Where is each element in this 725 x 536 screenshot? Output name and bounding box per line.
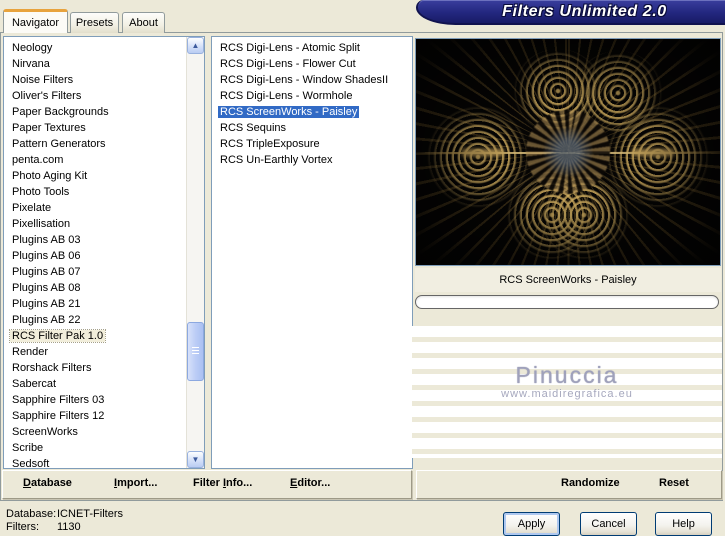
list-item[interactable]: RCS Digi-Lens - Window ShadesII	[212, 72, 410, 88]
list-item[interactable]: Plugins AB 22	[4, 312, 186, 328]
list-item[interactable]: RCS Sequins	[212, 120, 410, 136]
list-item[interactable]: RCS Un-Earthly Vortex	[212, 152, 410, 168]
category-listbox[interactable]: Neology Nirvana Noise Filters Oliver's F…	[3, 36, 205, 469]
list-item[interactable]: RCS Digi-Lens - Flower Cut	[212, 56, 410, 72]
scroll-up-icon: ▲	[191, 40, 200, 50]
list-item[interactable]: Neology	[4, 40, 186, 56]
parameter-slider[interactable]	[415, 295, 719, 309]
scroll-down-icon: ▼	[191, 454, 200, 464]
watermark-url: www.maidiregrafica.eu	[501, 388, 633, 400]
list-item[interactable]: penta.com	[4, 152, 186, 168]
list-item[interactable]: Oliver's Filters	[4, 88, 186, 104]
tab-navigator[interactable]: Navigator	[3, 9, 68, 33]
status-database-value: ICNET-Filters	[57, 508, 123, 520]
list-item[interactable]: Photo Tools	[4, 184, 186, 200]
filter-info-button[interactable]: Filter Info...	[193, 477, 252, 489]
tab-navigator-label: Navigator	[11, 16, 60, 29]
list-item[interactable]: Sapphire Filters 12	[4, 408, 186, 424]
right-command-bar: Randomize Reset	[416, 470, 722, 499]
list-item[interactable]: Sapphire Filters 03	[4, 392, 186, 408]
filter-rows: RCS Digi-Lens - Atomic Split RCS Digi-Le…	[212, 40, 410, 468]
app-title: Filters Unlimited 2.0	[502, 2, 667, 20]
scrollbar-thumb[interactable]	[187, 322, 204, 381]
scroll-down-button[interactable]: ▼	[187, 451, 204, 468]
list-item[interactable]: RCS Digi-Lens - Wormhole	[212, 88, 410, 104]
list-item[interactable]: Plugins AB 08	[4, 280, 186, 296]
list-item[interactable]: Photo Aging Kit	[4, 168, 186, 184]
parameter-rows: Pinuccia www.maidiregrafica.eu	[412, 326, 722, 458]
randomize-button[interactable]: Randomize	[561, 477, 620, 489]
category-scrollbar[interactable]: ▲ ▼	[186, 37, 204, 468]
preview-caption-strip: RCS ScreenWorks - Paisley	[415, 268, 721, 292]
list-item[interactable]: Noise Filters	[4, 72, 186, 88]
list-item[interactable]: Pixelate	[4, 200, 186, 216]
list-item[interactable]: Plugins AB 21	[4, 296, 186, 312]
list-item-selected-filter[interactable]: RCS ScreenWorks - Paisley	[212, 104, 410, 120]
reset-button[interactable]: Reset	[659, 477, 689, 489]
filter-listbox[interactable]: RCS Digi-Lens - Atomic Split RCS Digi-Le…	[211, 36, 413, 469]
help-button[interactable]: Help	[655, 512, 712, 536]
list-item[interactable]: ScreenWorks	[4, 424, 186, 440]
list-item[interactable]: Pattern Generators	[4, 136, 186, 152]
status-filters-value: 1130	[57, 521, 81, 533]
preview-caption: RCS ScreenWorks - Paisley	[499, 274, 637, 286]
list-item[interactable]: Paper Textures	[4, 120, 186, 136]
status-database: Database: ICNET-Filters	[6, 508, 123, 520]
import-button[interactable]: Import...	[114, 477, 157, 489]
apply-button[interactable]: Apply	[503, 512, 560, 536]
list-item[interactable]: RCS TripleExposure	[212, 136, 410, 152]
status-filters-label: Filters:	[6, 521, 39, 533]
tab-presets[interactable]: Presets	[70, 12, 119, 33]
list-item[interactable]: RCS Digi-Lens - Atomic Split	[212, 40, 410, 56]
tab-about-label: About	[129, 17, 158, 29]
list-item[interactable]: Sedsoft	[4, 456, 186, 468]
list-item[interactable]: Plugins AB 06	[4, 248, 186, 264]
watermark-name: Pinuccia	[515, 362, 619, 388]
list-item[interactable]: Render	[4, 344, 186, 360]
list-item[interactable]: Sabercat	[4, 376, 186, 392]
editor-button[interactable]: Editor...	[290, 477, 330, 489]
tab-presets-label: Presets	[75, 17, 114, 29]
status-database-label: Database:	[6, 508, 57, 520]
status-filters: Filters: 1130	[6, 521, 81, 533]
list-item[interactable]: Pixellisation	[4, 216, 186, 232]
list-item[interactable]: Scribe	[4, 440, 186, 456]
database-button[interactable]: Database	[23, 477, 72, 489]
tab-about[interactable]: About	[122, 12, 165, 33]
left-command-bar: Database Import... Filter Info... Editor…	[2, 470, 412, 499]
list-item[interactable]: Nirvana	[4, 56, 186, 72]
list-item-selected-category[interactable]: RCS Filter Pak 1.0	[4, 328, 186, 344]
list-item[interactable]: Plugins AB 03	[4, 232, 186, 248]
list-item[interactable]: Rorshack Filters	[4, 360, 186, 376]
cancel-button[interactable]: Cancel	[580, 512, 637, 536]
preview-image[interactable]	[415, 38, 721, 266]
category-rows: Neology Nirvana Noise Filters Oliver's F…	[4, 40, 186, 468]
list-item[interactable]: Plugins AB 07	[4, 264, 186, 280]
title-banner: Filters Unlimited 2.0	[416, 0, 725, 25]
scroll-up-button[interactable]: ▲	[187, 37, 204, 54]
list-item[interactable]: Paper Backgrounds	[4, 104, 186, 120]
